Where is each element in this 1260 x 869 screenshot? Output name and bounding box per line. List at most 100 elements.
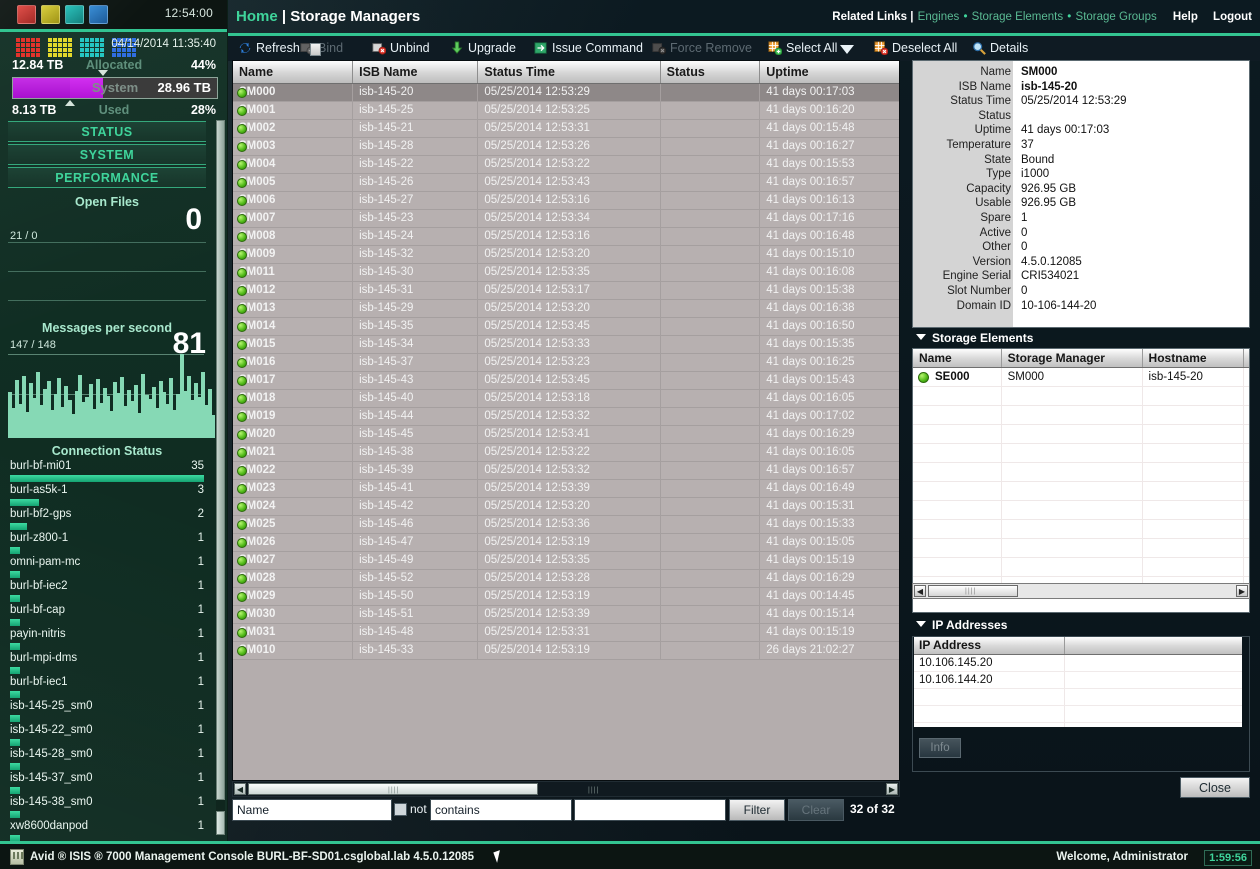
se-scroll-right-arrow-icon[interactable]: ▶	[1236, 585, 1248, 597]
select-all-dropdown-caret-icon[interactable]	[840, 45, 854, 54]
ip-row[interactable]: 10.106.145.20	[914, 654, 1242, 672]
table-row[interactable]: SM001 isb-145-25 05/25/2014 12:53:25 41 day…	[233, 101, 899, 120]
connection-item[interactable]: burl-bf2-gps 2	[0, 508, 214, 532]
table-row[interactable]: SM013 isb-145-29 05/25/2014 12:53:20 41 day…	[233, 299, 899, 318]
storage-element-row[interactable]: SE000SM000isb-145-2005/25/2	[913, 367, 1249, 387]
ip-addresses-table-container[interactable]: IP Address 10.106.145.20 10.106.144.20	[914, 637, 1242, 727]
storage-elements-scrollbar[interactable]: ◀ |||| ▶	[912, 583, 1250, 599]
related-link-storage-groups[interactable]: Storage Groups	[1076, 11, 1157, 23]
table-row[interactable]: SM011 isb-145-30 05/25/2014 12:53:35 41 day…	[233, 263, 899, 282]
connection-item[interactable]: isb-145-37_sm0 1	[0, 772, 214, 796]
storage-elements-section-header[interactable]: Storage Elements	[916, 331, 1033, 348]
connection-item[interactable]: isb-145-28_sm0 1	[0, 748, 214, 772]
table-row[interactable]: SM030 isb-145-51 05/25/2014 12:53:39 41 day…	[233, 605, 899, 624]
table-row[interactable]: SM027 isb-145-49 05/25/2014 12:53:35 41 day…	[233, 551, 899, 570]
ip-column-header-blank[interactable]	[1064, 637, 1242, 655]
table-row[interactable]: SM002 isb-145-21 05/25/2014 12:53:31 41 day…	[233, 119, 899, 138]
breadcrumb-home-link[interactable]: Home	[236, 8, 278, 25]
table-row[interactable]: SM024 isb-145-42 05/25/2014 12:53:20 41 day…	[233, 497, 899, 516]
table-row[interactable]: SM023 isb-145-41 05/25/2014 12:53:39 41 day…	[233, 479, 899, 498]
toolbar-select-all-button[interactable]: Select All	[768, 39, 837, 58]
table-row[interactable]: SM018 isb-145-40 05/25/2014 12:53:18 41 day…	[233, 389, 899, 408]
scroll-right-arrow-icon[interactable]: ▶	[886, 783, 898, 795]
toolbar-upgrade-button[interactable]: Upgrade	[450, 39, 516, 58]
table-row[interactable]: SM020 isb-145-45 05/25/2014 12:53:41 41 day…	[233, 425, 899, 444]
connection-item[interactable]: isb-145-22_sm0 1	[0, 724, 214, 748]
table-row[interactable]: SM015 isb-145-34 05/25/2014 12:53:33 41 day…	[233, 335, 899, 354]
table-row[interactable]: SM019 isb-145-44 05/25/2014 12:53:32 41 day…	[233, 407, 899, 426]
column-header-name[interactable]: Name	[233, 61, 354, 84]
se-column-header-name[interactable]: Name	[913, 349, 1002, 368]
table-row[interactable]: SM004 isb-145-22 05/25/2014 12:53:22 41 day…	[233, 155, 899, 174]
connection-item[interactable]: burl-bf-mi01 35	[0, 460, 214, 484]
table-row[interactable]: SM021 isb-145-38 05/25/2014 12:53:22 41 day…	[233, 443, 899, 462]
table-row[interactable]: SM025 isb-145-46 05/25/2014 12:53:36 41 day…	[233, 515, 899, 534]
table-row[interactable]: SM031 isb-145-48 05/25/2014 12:53:31 41 day…	[233, 623, 899, 642]
table-row[interactable]: SM016 isb-145-37 05/25/2014 12:53:23 41 day…	[233, 353, 899, 372]
connection-item[interactable]: burl-as5k-1 3	[0, 484, 214, 508]
ip-row[interactable]: 10.106.144.20	[914, 671, 1242, 689]
table-row[interactable]: SM012 isb-145-31 05/25/2014 12:53:17 41 day…	[233, 281, 899, 300]
se-column-header-hostname[interactable]: Hostname	[1142, 349, 1244, 368]
se-column-header-storage-manager[interactable]: Storage Manager	[1001, 349, 1143, 368]
column-header-isb-name[interactable]: ISB Name	[352, 61, 479, 84]
filter-field-input[interactable]	[232, 799, 392, 821]
table-row[interactable]: SM003 isb-145-28 05/25/2014 12:53:26 41 day…	[233, 137, 899, 156]
ip-column-header[interactable]: IP Address	[914, 637, 1065, 655]
connection-item[interactable]: payin-nitris 1	[0, 628, 214, 652]
toolbar-details-button[interactable]: Details	[972, 39, 1028, 58]
column-header-status-time[interactable]: Status Time	[477, 61, 661, 84]
filter-term-input[interactable]	[574, 799, 726, 821]
logout-link[interactable]: Logout	[1213, 11, 1252, 23]
table-row[interactable]: SM029 isb-145-50 05/25/2014 12:53:19 41 day…	[233, 587, 899, 606]
connection-item[interactable]: burl-mpi-dms 1	[0, 652, 214, 676]
related-link-storage-elements[interactable]: Storage Elements	[972, 11, 1063, 23]
toolbar-issue-command-button[interactable]: Issue Command	[534, 39, 643, 58]
storage-managers-table-container[interactable]: Name ISB Name Status Time Status Uptime …	[232, 60, 900, 781]
table-row[interactable]: SM005 isb-145-26 05/25/2014 12:53:43 41 day…	[233, 173, 899, 192]
table-row[interactable]: SM000 isb-145-20 05/25/2014 12:53:29 41 day…	[233, 83, 899, 102]
filter-apply-button[interactable]: Filter	[729, 799, 785, 821]
toolbar-deselect-all-button[interactable]: Deselect All	[874, 39, 957, 58]
connection-item[interactable]: isb-145-38_sm0 1	[0, 796, 214, 820]
connection-item[interactable]: isb-145-25_sm0 1	[0, 700, 214, 724]
nav-status-button[interactable]: STATUS	[8, 121, 206, 142]
connection-item[interactable]: omni-pam-mc 1	[0, 556, 214, 580]
toolbar-unbind-button[interactable]: Unbind	[372, 39, 430, 58]
table-row[interactable]: SM017 isb-145-43 05/25/2014 12:53:45 41 day…	[233, 371, 899, 390]
dashboard-scrollbar-thumb-lower[interactable]	[216, 811, 225, 835]
connection-item[interactable]: burl-z800-1 1	[0, 532, 214, 556]
table-row[interactable]: SM009 isb-145-32 05/25/2014 12:53:20 41 day…	[233, 245, 899, 264]
connection-item[interactable]: burl-bf-iec2 1	[0, 580, 214, 604]
toolbar-refresh-button[interactable]: Refresh	[238, 39, 300, 58]
se-scroll-left-arrow-icon[interactable]: ◀	[914, 585, 926, 597]
dashboard-scrollbar-thumb[interactable]	[216, 120, 225, 800]
filter-not-checkbox[interactable]	[394, 803, 407, 816]
table-row[interactable]: SM014 isb-145-35 05/25/2014 12:53:45 41 day…	[233, 317, 899, 336]
table-row[interactable]: SM006 isb-145-27 05/25/2014 12:53:16 41 day…	[233, 191, 899, 210]
se-column-header-status[interactable]: Status	[1243, 349, 1249, 368]
table-row[interactable]: SM008 isb-145-24 05/25/2014 12:53:16 41 day…	[233, 227, 899, 246]
column-header-uptime[interactable]: Uptime	[759, 61, 899, 84]
help-link[interactable]: Help	[1173, 11, 1198, 23]
table-row[interactable]: SM028 isb-145-52 05/25/2014 12:53:28 41 day…	[233, 569, 899, 588]
ip-addresses-section-header[interactable]: IP Addresses	[916, 618, 1007, 635]
cell-uptime: 41 days 00:15:48	[759, 119, 899, 138]
table-row[interactable]: SM007 isb-145-23 05/25/2014 12:53:34 41 day…	[233, 209, 899, 228]
storage-elements-table-container[interactable]: Name Storage Manager Hostname Status SE0…	[912, 348, 1250, 613]
close-button[interactable]: Close	[1180, 777, 1250, 798]
scroll-left-arrow-icon[interactable]: ◀	[234, 783, 246, 795]
table-row[interactable]: SM010 isb-145-33 05/25/2014 12:53:19 26 day…	[233, 641, 899, 660]
table-horizontal-scrollbar[interactable]: ◀ |||| |||| ▶	[232, 781, 900, 797]
connection-item[interactable]: burl-bf-cap 1	[0, 604, 214, 628]
nav-performance-button[interactable]: PERFORMANCE	[8, 167, 206, 188]
connection-item[interactable]: xw8600danpod 1	[0, 820, 214, 841]
table-row[interactable]: SM026 isb-145-47 05/25/2014 12:53:19 41 day…	[233, 533, 899, 552]
table-row[interactable]: SM022 isb-145-39 05/25/2014 12:53:32 41 day…	[233, 461, 899, 480]
dashboard-scrollbar[interactable]	[216, 120, 225, 835]
nav-system-button[interactable]: SYSTEM	[8, 144, 206, 165]
related-link-engines[interactable]: Engines	[918, 11, 960, 23]
connection-item[interactable]: burl-bf-iec1 1	[0, 676, 214, 700]
filter-operator-input[interactable]	[430, 799, 572, 821]
column-header-status[interactable]: Status	[660, 61, 761, 84]
